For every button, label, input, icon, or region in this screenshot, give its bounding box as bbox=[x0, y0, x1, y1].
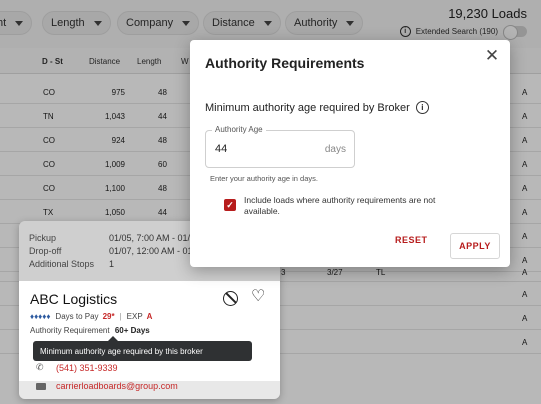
days-to-pay-value: 29* bbox=[102, 312, 115, 321]
include-missing-label[interactable]: Include loads where authority requiremen… bbox=[244, 195, 459, 217]
apply-button[interactable]: APPLY bbox=[450, 233, 500, 259]
authority-requirement-row[interactable]: Authority Requirement 60+ Days bbox=[30, 326, 150, 335]
authority-age-field[interactable]: Authority Age days bbox=[205, 125, 355, 168]
pickup-label: Pickup bbox=[29, 233, 57, 243]
rating-diamonds-icon: ♦♦♦♦♦ bbox=[30, 312, 51, 321]
heart-icon[interactable]: ♡ bbox=[251, 289, 265, 305]
authority-requirement-value: 60+ Days bbox=[114, 326, 150, 335]
company-name[interactable]: ABC Logistics bbox=[30, 291, 117, 307]
contact-phone[interactable]: ✆ (541) 351-9339 bbox=[36, 362, 118, 373]
exp-value: A bbox=[146, 312, 153, 321]
tooltip-text: Minimum authority age required by this b… bbox=[40, 346, 203, 356]
modal-title: Authority Requirements bbox=[205, 55, 365, 71]
authority-question: Minimum authority age required by Broker… bbox=[205, 101, 429, 114]
email-address[interactable]: carrierloadboards@group.com bbox=[56, 381, 178, 391]
contact-email[interactable]: carrierloadboards@group.com bbox=[36, 381, 178, 391]
exp-label: EXP bbox=[126, 312, 143, 321]
authority-age-input[interactable] bbox=[215, 143, 295, 155]
authority-requirements-modal: Authority Requirements ✕ Minimum authori… bbox=[190, 40, 510, 267]
stops-row: Additional Stops 1 bbox=[29, 259, 114, 269]
authority-question-text: Minimum authority age required by Broker bbox=[205, 101, 410, 114]
authority-requirement-label: Authority Requirement bbox=[30, 326, 110, 335]
company-rating-row: ♦♦♦♦♦ Days to Pay 29* | EXP A bbox=[30, 312, 152, 321]
apply-button-label: APPLY bbox=[459, 241, 491, 251]
info-icon[interactable]: i bbox=[415, 101, 429, 114]
divider: | bbox=[119, 312, 122, 321]
authority-age-unit: days bbox=[324, 144, 346, 155]
stops-value: 1 bbox=[109, 259, 115, 269]
dropoff-label: Drop-off bbox=[29, 246, 62, 256]
close-icon[interactable]: ✕ bbox=[484, 47, 500, 64]
stops-label: Additional Stops bbox=[29, 259, 95, 269]
phone-icon: ✆ bbox=[36, 362, 44, 372]
block-icon[interactable] bbox=[223, 291, 238, 306]
days-to-pay-label: Days to Pay bbox=[55, 312, 99, 321]
authority-age-label: Authority Age bbox=[212, 125, 266, 134]
reset-button[interactable]: RESET bbox=[395, 235, 428, 245]
authority-tooltip: Minimum authority age required by this b… bbox=[33, 336, 252, 361]
authority-age-helper: Enter your authority age in days. bbox=[210, 174, 318, 183]
include-missing-checkbox[interactable]: ✓ bbox=[224, 199, 236, 211]
mail-icon bbox=[36, 382, 46, 390]
phone-number[interactable]: (541) 351-9339 bbox=[56, 363, 118, 373]
